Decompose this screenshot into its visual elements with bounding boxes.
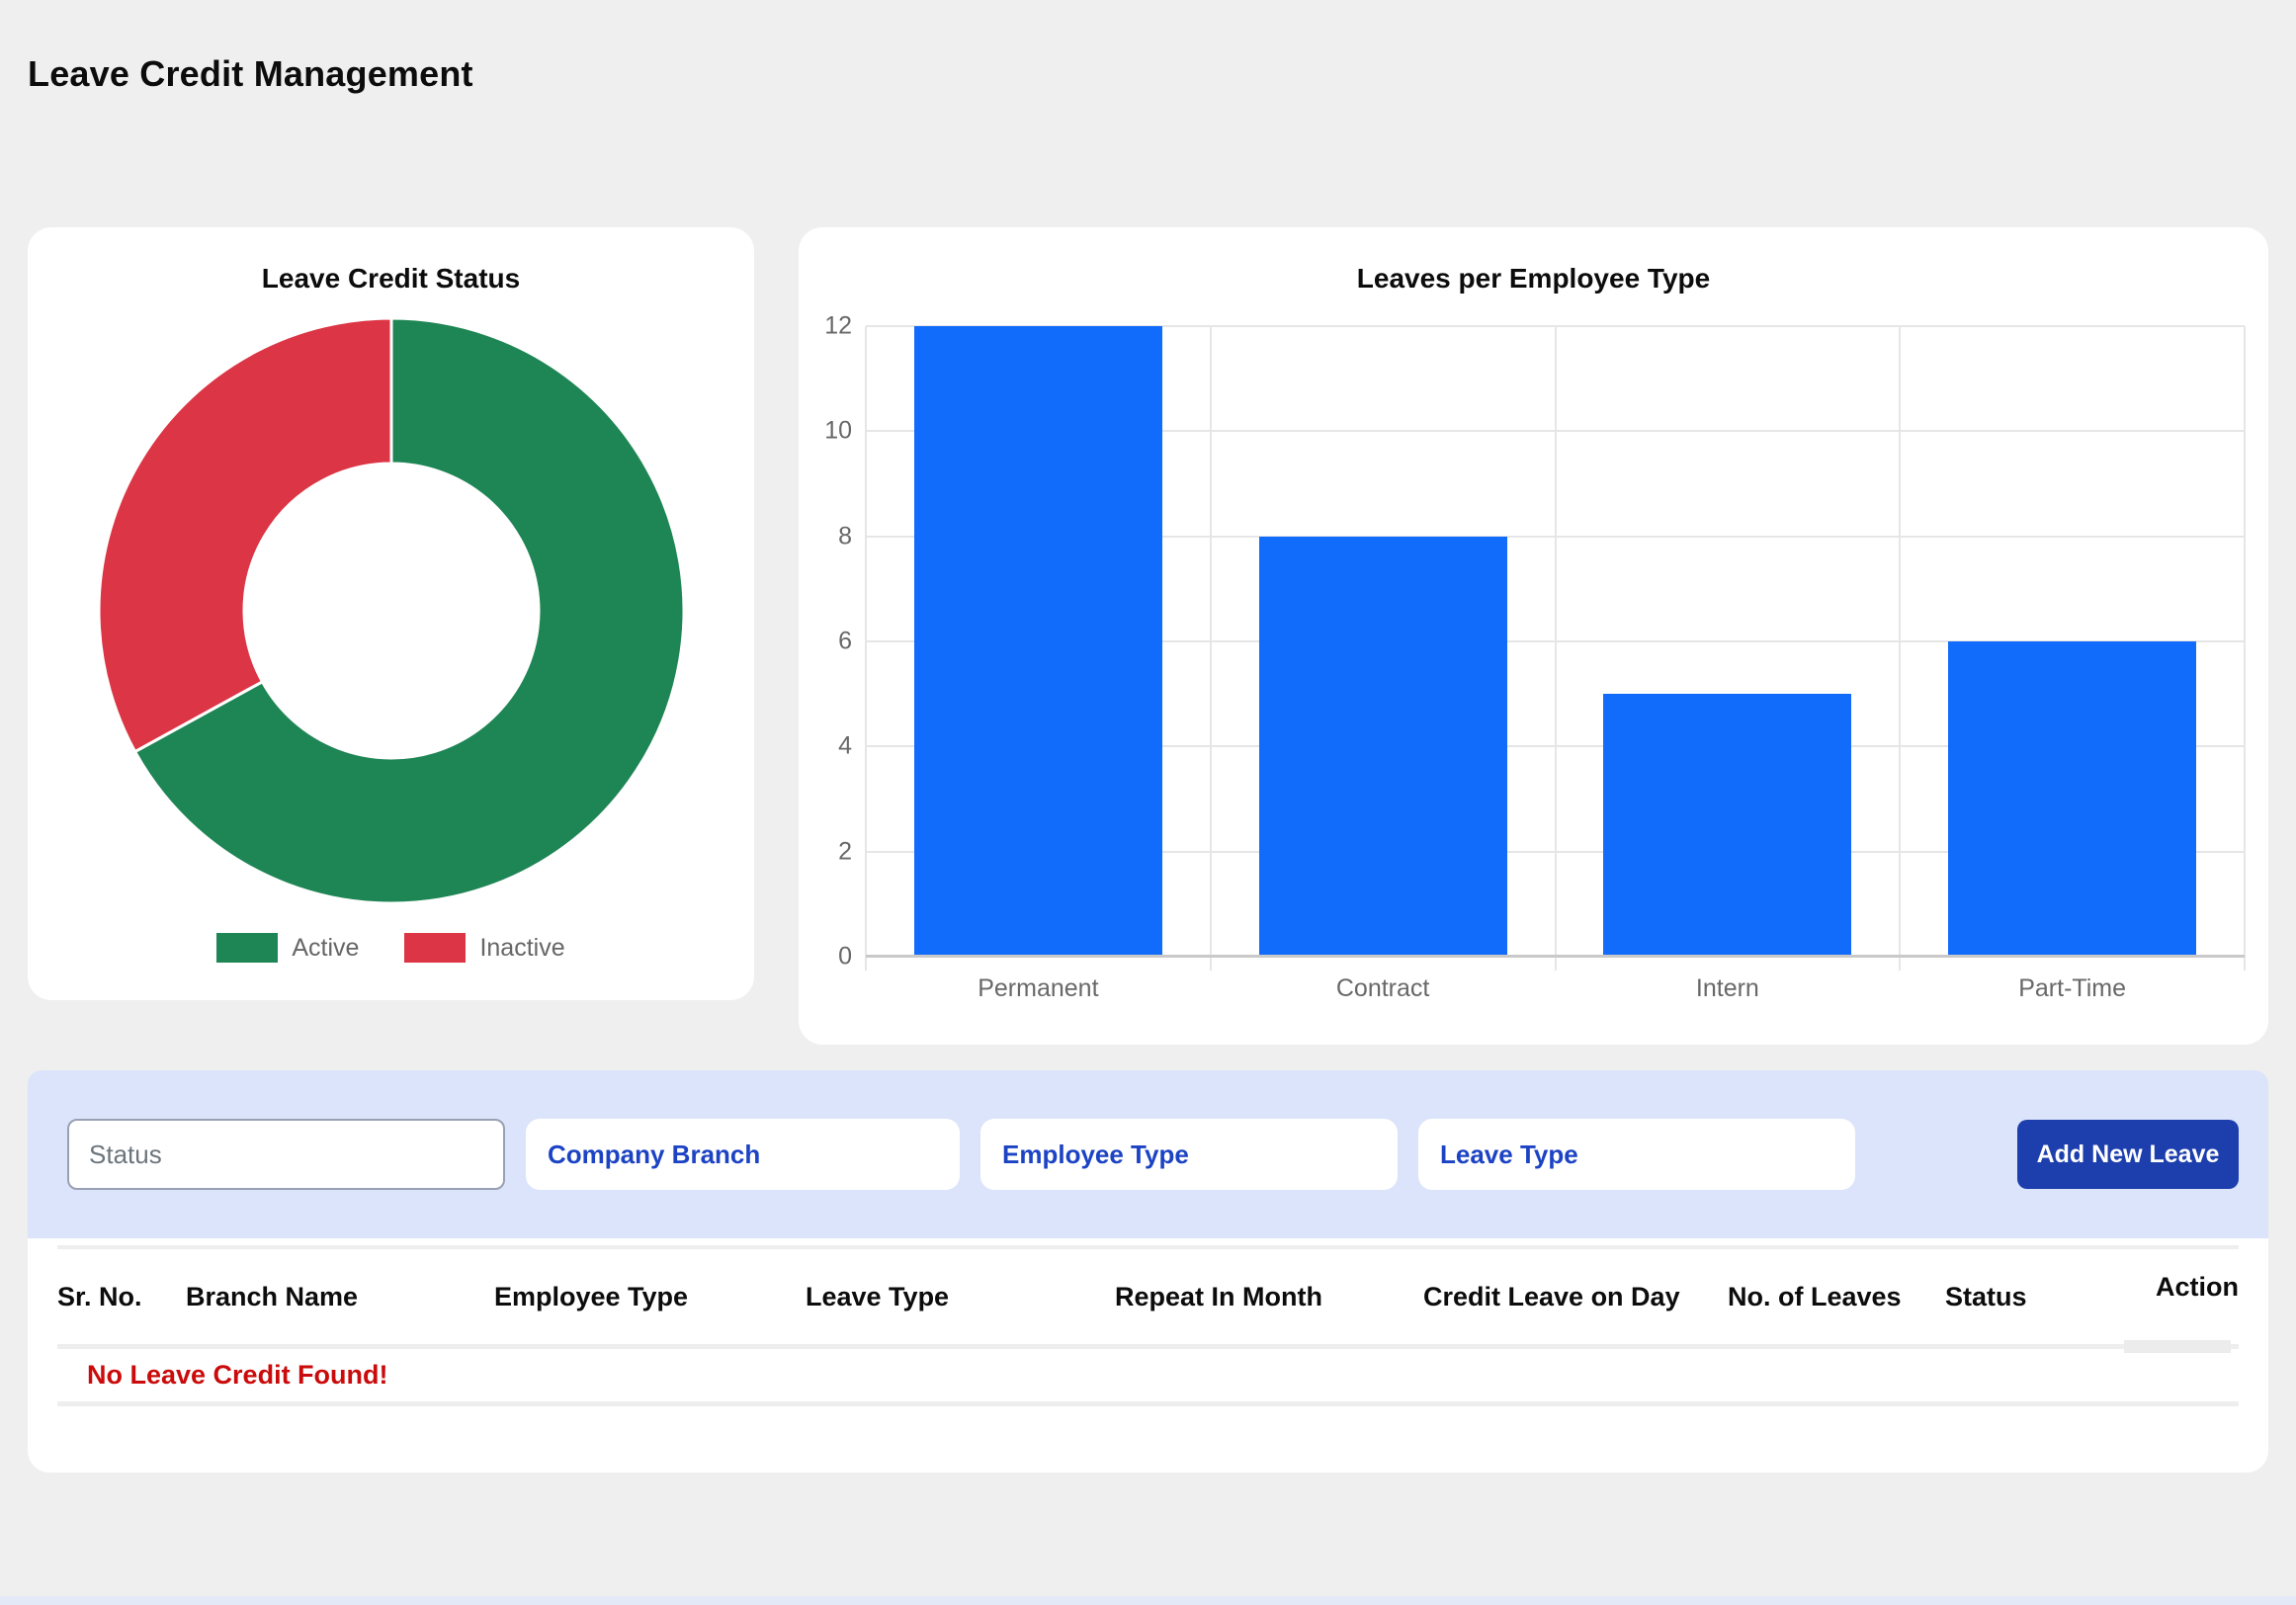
- company-branch-dropdown-label: Company Branch: [548, 1140, 760, 1170]
- legend-swatch: [216, 933, 278, 963]
- filter-bar: Company Branch Employee Type Leave Type …: [28, 1070, 2268, 1238]
- gridline-v: [1210, 326, 1212, 971]
- gridline-v: [1555, 326, 1557, 971]
- charts-row: Leave Credit Status Active Inactive Leave…: [28, 227, 2268, 1045]
- leaves-per-employee-type-card: Leaves per Employee Type 0 2 4 6 8 10 12 Perma…: [799, 227, 2268, 1045]
- y-tick-label: 2: [838, 837, 852, 866]
- leave-credit-status-card: Leave Credit Status Active Inactive: [28, 227, 754, 1000]
- bar-contract: [1259, 537, 1507, 957]
- x-axis-line: [866, 955, 2245, 958]
- table-header-status: Status: [1945, 1282, 2153, 1312]
- bar-part-time: [1948, 641, 2196, 957]
- table-header-repeat-in-month: Repeat In Month: [1115, 1282, 1423, 1312]
- bar-chart-x-labels: PermanentContractInternPart-Time: [866, 974, 2245, 1014]
- table-header-employee-type: Employee Type: [494, 1282, 806, 1312]
- table-header-row: Sr. No.Branch NameEmployee TypeLeave Typ…: [57, 1245, 2239, 1349]
- page-title: Leave Credit Management: [28, 0, 2268, 96]
- employee-type-dropdown-label: Employee Type: [1002, 1140, 1189, 1170]
- y-tick-label: 4: [838, 732, 852, 761]
- table-header-credit-leave-on-day: Credit Leave on Day: [1423, 1282, 1728, 1312]
- y-tick-label: 6: [838, 628, 852, 656]
- company-branch-dropdown[interactable]: Company Branch: [526, 1119, 960, 1190]
- donut-slice-inactive: [98, 318, 390, 752]
- legend-item-active[interactable]: Active: [216, 933, 359, 963]
- y-tick-label: 12: [824, 312, 852, 341]
- bar-intern: [1603, 694, 1851, 957]
- donut-chart-title: Leave Credit Status: [28, 263, 754, 295]
- x-tick-label: Permanent: [866, 974, 1211, 1003]
- status-filter-input[interactable]: [67, 1119, 505, 1190]
- donut-chart: [95, 314, 688, 907]
- empty-message: No Leave Credit Found!: [87, 1360, 388, 1391]
- y-tick-label: 10: [824, 417, 852, 446]
- legend-label: Inactive: [479, 934, 564, 963]
- x-tick-label: Intern: [1556, 974, 1901, 1003]
- action-column-strip: [2124, 1340, 2231, 1353]
- table-empty-row: No Leave Credit Found!: [57, 1349, 2239, 1406]
- table-header-no-of-leaves: No. of Leaves: [1728, 1282, 1945, 1312]
- gridline-v: [865, 326, 867, 971]
- leave-type-dropdown[interactable]: Leave Type: [1418, 1119, 1855, 1190]
- table-header-branch-name: Branch Name: [186, 1282, 494, 1312]
- add-new-leave-button[interactable]: Add New Leave: [2017, 1120, 2239, 1189]
- leave-credit-management-page: Leave Credit Management Leave Credit Sta…: [0, 0, 2296, 1473]
- legend-label: Active: [292, 934, 359, 963]
- gridline-v: [2244, 326, 2246, 971]
- bar-chart-title: Leaves per Employee Type: [799, 263, 2268, 295]
- leave-credit-panel: Company Branch Employee Type Leave Type …: [28, 1070, 2268, 1473]
- x-tick-label: Contract: [1211, 974, 1556, 1003]
- bar-permanent: [914, 326, 1162, 957]
- legend-item-inactive[interactable]: Inactive: [404, 933, 564, 963]
- bar-chart-y-labels: 024681012: [799, 326, 852, 957]
- donut-legend: Active Inactive: [28, 933, 754, 963]
- bar-chart-plot: [866, 326, 2245, 957]
- legend-swatch: [404, 933, 466, 963]
- table-header-sr-no: Sr. No.: [57, 1282, 186, 1312]
- y-tick-label: 0: [838, 943, 852, 971]
- table-header-action: Action: [2153, 1272, 2239, 1303]
- employee-type-dropdown[interactable]: Employee Type: [980, 1119, 1398, 1190]
- leave-credit-table: Sr. No.Branch NameEmployee TypeLeave Typ…: [28, 1238, 2268, 1473]
- bottom-section-edge: [0, 1596, 2296, 1605]
- y-tick-label: 8: [838, 522, 852, 550]
- table-header-leave-type: Leave Type: [806, 1282, 1115, 1312]
- gridline-v: [1899, 326, 1901, 971]
- leave-type-dropdown-label: Leave Type: [1440, 1140, 1578, 1170]
- x-tick-label: Part-Time: [1900, 974, 2245, 1003]
